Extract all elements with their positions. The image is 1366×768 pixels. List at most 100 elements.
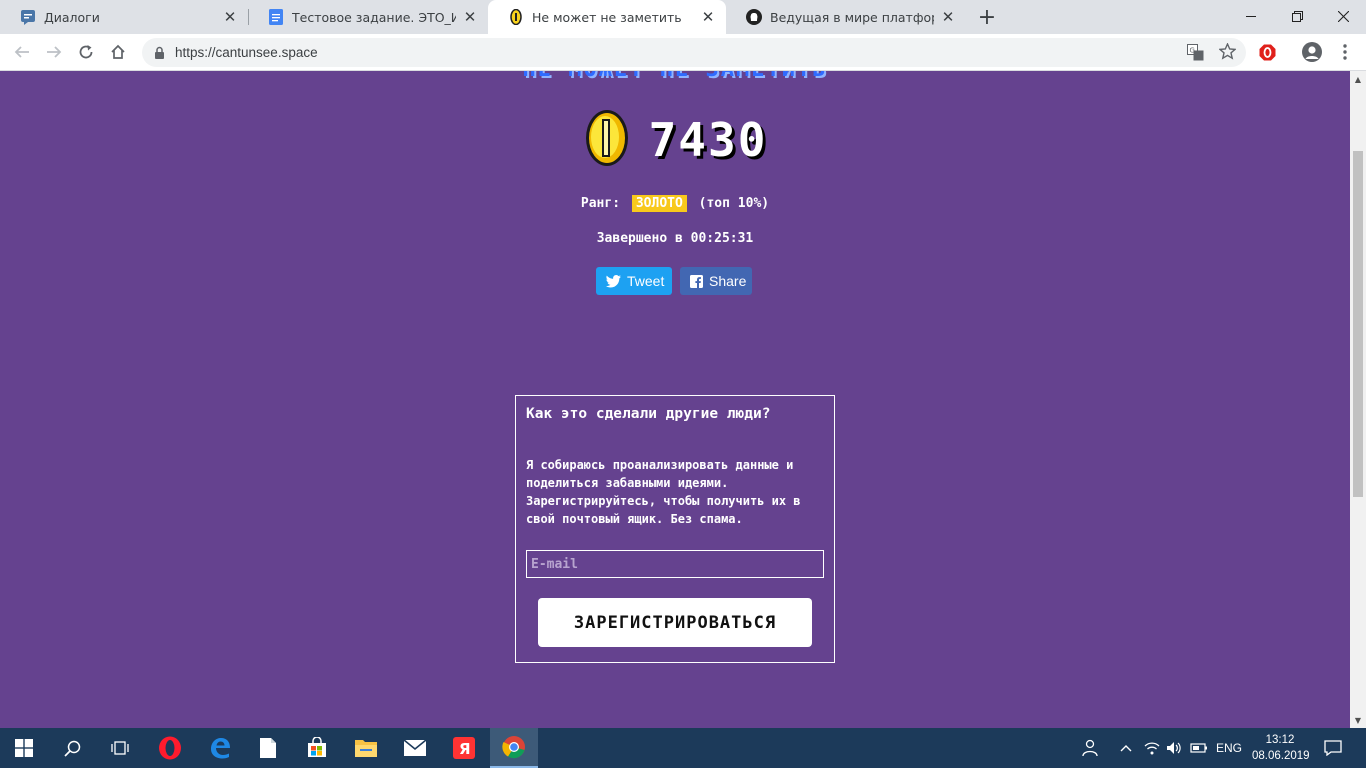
close-icon[interactable]: ✕	[222, 8, 238, 26]
docs-icon	[268, 9, 284, 25]
document-icon	[260, 738, 276, 758]
share-label: Share	[709, 273, 747, 289]
tweet-label: Tweet	[627, 273, 665, 289]
tab-dialogs[interactable]: Диалоги ✕	[0, 0, 248, 34]
taskbar-yandex[interactable]: Я	[440, 728, 488, 768]
yandex-browser-icon: Я	[453, 737, 475, 759]
page-heading: НЕ МОЖЕТ НЕ ЗАМЕТИТЬ	[0, 71, 1350, 82]
tab-title: Ведущая в мире платформа для	[770, 9, 934, 25]
tab-title: Не может не заметить	[532, 9, 682, 25]
chevron-up-icon	[1120, 745, 1132, 752]
rank-row: Ранг: ЗОЛОТО (топ 10%)	[0, 195, 1350, 212]
email-field[interactable]	[526, 550, 824, 578]
chat-icon	[20, 9, 36, 25]
new-tab-button[interactable]: +	[976, 5, 998, 30]
twitter-icon	[606, 274, 621, 288]
battery-button[interactable]	[1190, 728, 1208, 768]
tweet-button[interactable]: Tweet	[596, 267, 672, 295]
windows-taskbar: Я ENG 13:12 08.06.2019	[0, 728, 1366, 768]
scroll-down-icon[interactable]: ▼	[1350, 712, 1366, 728]
close-window-button[interactable]	[1320, 0, 1366, 32]
star-icon[interactable]	[1218, 42, 1236, 60]
home-button[interactable]	[105, 39, 131, 65]
speaker-icon	[1167, 742, 1181, 754]
network-button[interactable]	[1144, 728, 1160, 768]
windows-icon	[15, 739, 33, 757]
tab-strip: Диалоги ✕ Тестовое задание. ЭТО_Инкубат …	[0, 0, 1366, 34]
rank-note: (топ 10%)	[698, 196, 770, 211]
clock-time: 13:12	[1265, 734, 1295, 746]
taskbar-opera[interactable]	[146, 728, 194, 768]
close-icon[interactable]: ✕	[700, 8, 716, 26]
reload-icon	[79, 45, 93, 59]
share-buttons: Tweet Share	[596, 267, 752, 295]
clock-date: 08.06.2019	[1252, 750, 1310, 762]
back-button[interactable]	[9, 39, 35, 65]
opera-icon	[159, 736, 181, 760]
edge-icon	[211, 738, 230, 759]
close-icon[interactable]: ✕	[462, 8, 478, 26]
scroll-up-icon[interactable]: ▲	[1350, 71, 1366, 87]
mail-icon	[403, 739, 427, 756]
minimize-button[interactable]	[1228, 0, 1274, 32]
wifi-icon	[1144, 742, 1160, 755]
people-icon	[1082, 739, 1098, 757]
coin-icon	[508, 9, 524, 25]
taskbar-store[interactable]	[293, 728, 341, 768]
task-view-button[interactable]	[96, 728, 144, 768]
menu-icon[interactable]	[1336, 43, 1354, 61]
browser-toolbar: https://cantunsee.space G	[0, 34, 1366, 71]
signup-title: Как это сделали другие люди?	[526, 406, 771, 422]
signup-description: Я собираюсь проанализировать данные и по…	[526, 458, 801, 526]
tray-expand-button[interactable]	[1120, 728, 1132, 768]
start-button[interactable]	[0, 728, 48, 768]
translate-icon[interactable]: G	[1186, 43, 1204, 61]
clock[interactable]: 13:12 08.06.2019	[1252, 732, 1310, 764]
rank-label: Ранг:	[580, 196, 621, 211]
notifications-button[interactable]	[1324, 728, 1342, 768]
close-icon[interactable]: ✕	[940, 8, 956, 26]
taskbar-explorer[interactable]	[342, 728, 390, 768]
avatar[interactable]	[1302, 42, 1322, 62]
task-view-icon	[111, 741, 129, 755]
notification-icon	[1324, 740, 1342, 756]
taskbar-mail[interactable]	[391, 728, 439, 768]
store-icon	[308, 737, 326, 757]
people-button[interactable]	[1082, 728, 1100, 768]
restore-button[interactable]	[1274, 0, 1320, 32]
tab-title: Тестовое задание. ЭТО_Инкубат	[292, 9, 456, 25]
signup-box: Как это сделали другие люди? Я собираюсь…	[515, 395, 835, 663]
tab-github[interactable]: Ведущая в мире платформа для ✕	[726, 0, 966, 34]
chrome-icon	[502, 736, 525, 759]
address-bar[interactable]: https://cantunsee.space	[142, 38, 1246, 67]
svg-text:Я: Я	[459, 740, 471, 758]
taskbar-chrome[interactable]	[490, 728, 538, 768]
volume-button[interactable]	[1166, 728, 1182, 768]
taskbar-edge[interactable]	[196, 728, 244, 768]
page-content: НЕ МОЖЕТ НЕ ЗАМЕТИТЬ 7430 Ранг: ЗОЛОТО (…	[0, 71, 1350, 728]
coin-icon	[583, 107, 631, 173]
adblock-extension-icon[interactable]	[1258, 43, 1276, 61]
language-indicator[interactable]: ENG	[1216, 728, 1242, 768]
score-value: 7430	[648, 113, 768, 167]
tab-title: Диалоги	[44, 9, 100, 25]
page-scrollbar[interactable]: ▲ ▼	[1350, 71, 1366, 728]
arrow-left-icon	[14, 46, 29, 58]
forward-button[interactable]	[41, 39, 67, 65]
svg-text:G: G	[1189, 46, 1194, 54]
scrollbar-thumb[interactable]	[1353, 151, 1363, 497]
arrow-right-icon	[47, 46, 62, 58]
facebook-icon	[690, 274, 703, 288]
taskbar-file[interactable]	[244, 728, 292, 768]
reload-button[interactable]	[73, 39, 99, 65]
completion-time: Завершено в 00:25:31	[596, 231, 754, 246]
register-button[interactable]: ЗАРЕГИСТРИРОВАТЬСЯ	[538, 598, 812, 647]
tab-test-task[interactable]: Тестовое задание. ЭТО_Инкубат ✕	[248, 0, 488, 34]
facebook-share-button[interactable]: Share	[680, 267, 752, 295]
search-icon	[63, 740, 80, 757]
score-row: 7430	[0, 107, 1350, 173]
tab-cantunsee[interactable]: Не может не заметить ✕	[488, 0, 726, 34]
search-button[interactable]	[48, 728, 96, 768]
rank-badge: ЗОЛОТО	[631, 195, 687, 212]
folder-icon	[355, 740, 377, 757]
